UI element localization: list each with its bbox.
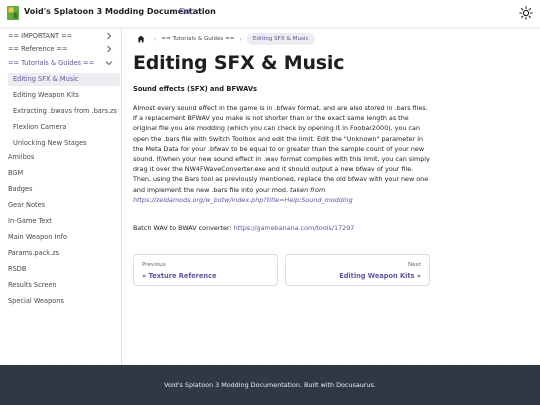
pagination-prev-sublabel: Previous xyxy=(142,262,166,268)
sidebar-item-label: In-Game Text xyxy=(8,217,52,225)
chevron-down-icon[interactable] xyxy=(104,58,114,68)
sidebar-item-label: Main Weapon Info xyxy=(8,233,68,241)
sidebar-item-special-weapons[interactable]: Special Weapons xyxy=(3,295,118,308)
article-paragraph: Almost every sound effect in the game is… xyxy=(133,103,433,205)
sidebar-item-in-game-text[interactable]: In-Game Text xyxy=(3,215,118,228)
sidebar-item-label: Amiibos xyxy=(8,153,35,161)
converter-paragraph: Batch WAV to BWAV converter: https://gam… xyxy=(133,224,433,232)
pagination-next[interactable]: Next Editing Weapon Kits » xyxy=(285,254,430,286)
sidebar-item-label: Editing Weapon Kits xyxy=(13,91,79,99)
sidebar-item-label: Unlocking New Stages xyxy=(13,139,87,147)
sidebar-item-editing-weapon-kits[interactable]: Editing Weapon Kits xyxy=(8,89,120,102)
sidebar-item-label: RSDB xyxy=(8,265,27,273)
sidebar-item-bgm[interactable]: BGM xyxy=(3,167,118,180)
sidebar-item-label: Flexlion Camera xyxy=(13,123,67,131)
chevron-right-icon[interactable] xyxy=(104,31,114,41)
sidebar-item-tutorials[interactable]: == Tutorials & Guides == xyxy=(3,57,118,70)
breadcrumb-separator: › xyxy=(154,35,157,43)
sidebar-item-label: BGM xyxy=(8,169,24,177)
sidebar-item-flexlion-camera[interactable]: Flexlion Camera xyxy=(8,121,120,134)
paragraph-text: Almost every sound effect in the game is… xyxy=(133,104,430,194)
pagination-next-label: Editing Weapon Kits » xyxy=(339,272,421,280)
pagination-prev[interactable]: Previous « Texture Reference xyxy=(133,254,278,286)
sun-icon[interactable] xyxy=(519,6,533,20)
sidebar-item-label: Editing SFX & Music xyxy=(13,75,79,83)
sidebar-item-label: Gear Notes xyxy=(8,201,46,209)
home-icon[interactable] xyxy=(133,32,149,46)
converter-link[interactable]: https://gamebanana.com/tools/17297 xyxy=(234,224,355,232)
pagination-prev-label: « Texture Reference xyxy=(142,272,217,280)
breadcrumb-separator: › xyxy=(239,35,242,43)
converter-prefix: Batch WAV to BWAV converter: xyxy=(133,224,232,232)
sidebar-item-label: Extracting .bwavs from .bars.zs xyxy=(13,107,117,115)
source-link[interactable]: https://zeldamods.org/w_botw/index.php?t… xyxy=(133,196,353,204)
breadcrumb-tutorials[interactable]: == Tutorials & Guides == xyxy=(161,36,234,42)
sidebar-item-rsdb[interactable]: RSDB xyxy=(3,263,118,276)
sidebar-item-unlocking-stages[interactable]: Unlocking New Stages xyxy=(8,137,120,150)
breadcrumb-current: Editing SFX & Music xyxy=(246,33,315,45)
breadcrumb: › == Tutorials & Guides == › Editing SFX… xyxy=(133,32,315,46)
sidebar-item-extracting-bwavs[interactable]: Extracting .bwavs from .bars.zs xyxy=(8,105,120,118)
sidebar-item-important[interactable]: == IMPORTANT == xyxy=(3,30,118,43)
sidebar-item-label: Params.pack.zs xyxy=(8,249,60,257)
sidebar-item-label: Special Weapons xyxy=(8,297,64,305)
leaf-logo-icon[interactable] xyxy=(7,6,19,20)
taken-from-text: taken from xyxy=(290,185,326,194)
sidebar-item-label: == Tutorials & Guides == xyxy=(8,59,95,67)
sidebar-item-label: Badges xyxy=(8,185,33,193)
sidebar-item-editing-sfx[interactable]: Editing SFX & Music xyxy=(8,73,120,86)
footer-copyright: Void's Splatoon 3 Modding Documentation.… xyxy=(164,381,376,389)
sidebar-item-results-screen[interactable]: Results Screen xyxy=(3,279,118,292)
sidebar-item-label: Results Screen xyxy=(8,281,57,289)
nav-docs-link[interactable]: Docs xyxy=(179,7,199,16)
sidebar-item-label: == Reference == xyxy=(8,45,68,53)
sidebar: == IMPORTANT == == Reference == == Tutor… xyxy=(0,27,122,365)
sidebar-item-gear-notes[interactable]: Gear Notes xyxy=(3,199,118,212)
section-heading: Sound effects (SFX) and BFWAVs xyxy=(133,85,257,93)
sidebar-item-label: == IMPORTANT == xyxy=(8,32,73,40)
sidebar-item-reference[interactable]: == Reference == xyxy=(3,43,118,56)
sidebar-item-params-pack[interactable]: Params.pack.zs xyxy=(3,247,118,260)
sidebar-item-main-weapon-info[interactable]: Main Weapon Info xyxy=(3,231,118,244)
sidebar-item-badges[interactable]: Badges xyxy=(3,183,118,196)
footer: Void's Splatoon 3 Modding Documentation.… xyxy=(0,365,540,405)
chevron-right-icon[interactable] xyxy=(104,44,114,54)
sidebar-item-amiibos[interactable]: Amiibos xyxy=(3,151,118,164)
page-title: Editing SFX & Music xyxy=(133,52,345,74)
navbar: Void's Splatoon 3 Modding Documentation … xyxy=(0,0,540,27)
pagination-next-sublabel: Next xyxy=(407,262,421,268)
